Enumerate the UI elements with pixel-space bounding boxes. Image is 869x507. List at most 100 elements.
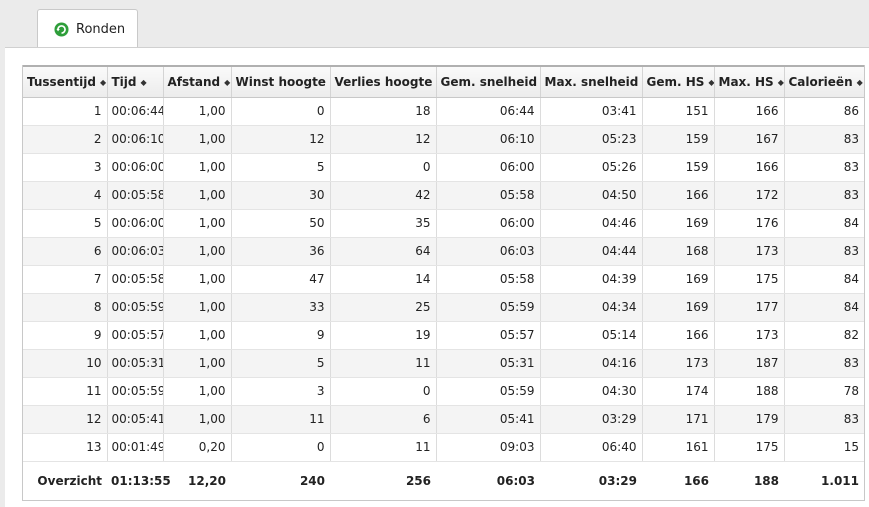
table-cell: 18 <box>330 97 436 125</box>
column-header-max-snelheid[interactable]: Max. snelheid◆ <box>540 66 642 97</box>
sort-icon: ◆ <box>778 78 784 87</box>
table-cell: 00:05:59 <box>107 293 163 321</box>
column-header-gem-snelheid[interactable]: Gem. snelheid◆ <box>436 66 540 97</box>
table-cell: 00:05:59 <box>107 377 163 405</box>
table-cell: 30 <box>231 181 330 209</box>
column-header-tussentijd[interactable]: Tussentijd◆ <box>23 66 107 97</box>
column-header-calorieen[interactable]: Calorieën ◆ <box>784 66 864 97</box>
table-cell: 11 <box>23 377 107 405</box>
column-header-verlies-hoogte[interactable]: Verlies hoogte◆ <box>330 66 436 97</box>
table-cell: 00:06:10 <box>107 125 163 153</box>
table-cell: 00:05:58 <box>107 265 163 293</box>
column-header-label: Calorieën <box>789 75 853 89</box>
table-row: 400:05:581,00304205:5804:5016617283 <box>23 181 864 209</box>
table-cell: 14 <box>330 265 436 293</box>
table-cell: 3 <box>231 377 330 405</box>
table-cell: 13 <box>23 433 107 461</box>
table-cell: 172 <box>714 181 784 209</box>
table-cell: 06:00 <box>436 153 540 181</box>
table-cell: 175 <box>714 265 784 293</box>
table-cell: 05:41 <box>436 405 540 433</box>
table-cell: 00:05:31 <box>107 349 163 377</box>
table-cell: 0 <box>231 97 330 125</box>
table-cell: 159 <box>642 153 714 181</box>
column-header-winst-hoogte[interactable]: Winst hoogte◆ <box>231 66 330 97</box>
table-cell: 11 <box>231 405 330 433</box>
table-cell: 166 <box>714 153 784 181</box>
table-cell: 06:10 <box>436 125 540 153</box>
table-cell: 173 <box>714 321 784 349</box>
table-cell: 04:34 <box>540 293 642 321</box>
table-cell: 1,00 <box>163 293 231 321</box>
table-cell: 09:03 <box>436 433 540 461</box>
table-cell: 167 <box>714 125 784 153</box>
summary-cell: 188 <box>714 461 784 500</box>
table-cell: 177 <box>714 293 784 321</box>
table-cell: 64 <box>330 237 436 265</box>
table-cell: 5 <box>231 349 330 377</box>
table-cell: 161 <box>642 433 714 461</box>
table-cell: 84 <box>784 209 864 237</box>
table-cell: 1,00 <box>163 405 231 433</box>
column-header-label: Winst hoogte <box>236 75 326 89</box>
table-cell: 84 <box>784 293 864 321</box>
table-cell: 42 <box>330 181 436 209</box>
table-cell: 04:16 <box>540 349 642 377</box>
table-cell: 83 <box>784 181 864 209</box>
sort-icon: ◆ <box>857 78 863 87</box>
table-cell: 1,00 <box>163 265 231 293</box>
table-cell: 2 <box>23 125 107 153</box>
table-cell: 83 <box>784 153 864 181</box>
table-cell: 9 <box>231 321 330 349</box>
table-row: 200:06:101,00121206:1005:2315916783 <box>23 125 864 153</box>
table-cell: 171 <box>642 405 714 433</box>
table-header-row: Tussentijd◆Tijd◆Afstand◆Winst hoogte◆Ver… <box>23 66 864 97</box>
table-cell: 10 <box>23 349 107 377</box>
table-row: 900:05:571,0091905:5705:1416617382 <box>23 321 864 349</box>
table-cell: 05:23 <box>540 125 642 153</box>
table-cell: 25 <box>330 293 436 321</box>
summary-cell: 01:13:55 <box>107 461 163 500</box>
table-cell: 04:46 <box>540 209 642 237</box>
table-cell: 3 <box>23 153 107 181</box>
column-header-tijd[interactable]: Tijd◆ <box>107 66 163 97</box>
table-cell: 166 <box>642 321 714 349</box>
column-header-afstand[interactable]: Afstand◆ <box>163 66 231 97</box>
table-cell: 1,00 <box>163 181 231 209</box>
table-cell: 84 <box>784 265 864 293</box>
table-cell: 03:41 <box>540 97 642 125</box>
table-cell: 169 <box>642 293 714 321</box>
table-cell: 1,00 <box>163 237 231 265</box>
column-header-gem-hs[interactable]: Gem. HS◆ <box>642 66 714 97</box>
summary-label: Overzicht <box>23 461 107 500</box>
table-cell: 33 <box>231 293 330 321</box>
table-cell: 00:06:00 <box>107 209 163 237</box>
table-cell: 47 <box>231 265 330 293</box>
column-header-max-hs[interactable]: Max. HS◆ <box>714 66 784 97</box>
table-cell: 151 <box>642 97 714 125</box>
table-row: 100:06:441,0001806:4403:4115116686 <box>23 97 864 125</box>
table-row: 700:05:581,00471405:5804:3916917584 <box>23 265 864 293</box>
table-cell: 00:06:44 <box>107 97 163 125</box>
table-cell: 188 <box>714 377 784 405</box>
table-cell: 04:39 <box>540 265 642 293</box>
table-row: 1200:05:411,0011605:4103:2917117983 <box>23 405 864 433</box>
table-cell: 9 <box>23 321 107 349</box>
tab-bar: Ronden <box>0 0 869 47</box>
table-row: 800:05:591,00332505:5904:3416917784 <box>23 293 864 321</box>
table-cell: 15 <box>784 433 864 461</box>
table-cell: 168 <box>642 237 714 265</box>
sort-icon: ◆ <box>100 78 106 87</box>
column-header-label: Gem. HS <box>647 75 705 89</box>
table-cell: 5 <box>231 153 330 181</box>
tab-ronden[interactable]: Ronden <box>37 9 138 48</box>
table-cell: 11 <box>330 433 436 461</box>
summary-cell: 256 <box>330 461 436 500</box>
table-cell: 175 <box>714 433 784 461</box>
table-body: 100:06:441,0001806:4403:4115116686200:06… <box>23 97 864 461</box>
table-cell: 83 <box>784 405 864 433</box>
table-cell: 83 <box>784 349 864 377</box>
laps-table: Tussentijd◆Tijd◆Afstand◆Winst hoogte◆Ver… <box>23 65 864 500</box>
table-cell: 7 <box>23 265 107 293</box>
laps-table-wrapper: Tussentijd◆Tijd◆Afstand◆Winst hoogte◆Ver… <box>22 65 865 501</box>
